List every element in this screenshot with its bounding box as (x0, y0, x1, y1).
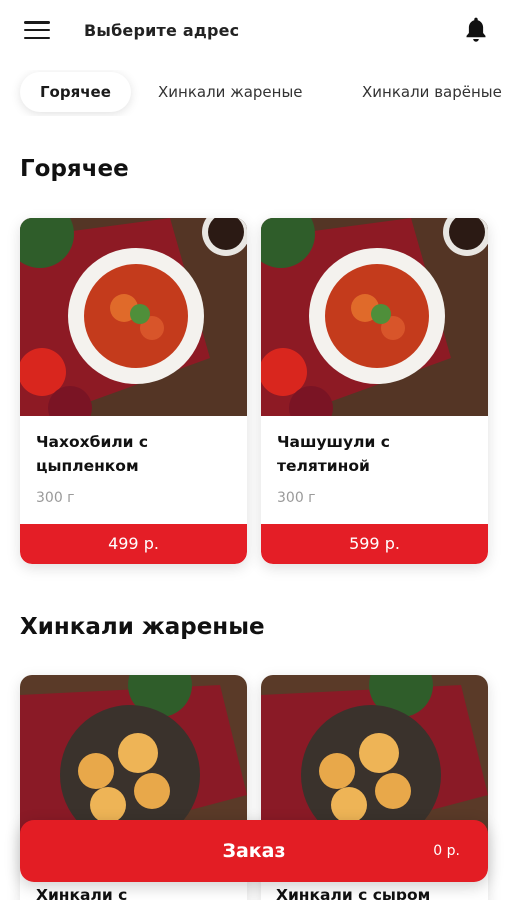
product-name: Чахохбили с цыпленком (36, 433, 149, 475)
price-button[interactable]: 599 р. (261, 524, 488, 564)
tab-boiled-khinkali[interactable]: Хинкали варёные (362, 72, 502, 112)
tab-hot[interactable]: Горячее (20, 72, 131, 112)
price-button[interactable]: 499 р. (20, 524, 247, 564)
product-image (20, 218, 247, 416)
order-label: Заказ (222, 840, 286, 862)
order-button[interactable]: Заказ 0 р. (20, 820, 488, 882)
menu-icon[interactable] (24, 21, 50, 39)
product-image (261, 218, 488, 416)
product-weight: 300 г (36, 490, 75, 506)
app-header: Выберите адрес (0, 0, 507, 60)
order-total: 0 р. (433, 843, 460, 859)
product-name: Хинкали с сыром (276, 886, 431, 900)
product-name: Хинкали с (36, 886, 128, 900)
bell-icon[interactable] (463, 16, 489, 44)
address-selector[interactable]: Выберите адрес (84, 21, 239, 40)
category-tabs: Горячее Хинкали жареные Хинкали варёные (0, 70, 507, 116)
section-title-fried-khinkali: Хинкали жареные (20, 614, 265, 640)
product-card[interactable]: Чашушули с телятиной 300 г 599 р. (261, 218, 488, 564)
product-card[interactable]: Чахохбили с цыпленком 300 г 499 р. (20, 218, 247, 564)
product-weight: 300 г (277, 490, 316, 506)
product-name: Чашушули с телятиной (277, 433, 390, 475)
tab-fried-khinkali[interactable]: Хинкали жареные (158, 72, 303, 112)
section-title-hot: Горячее (20, 156, 129, 182)
